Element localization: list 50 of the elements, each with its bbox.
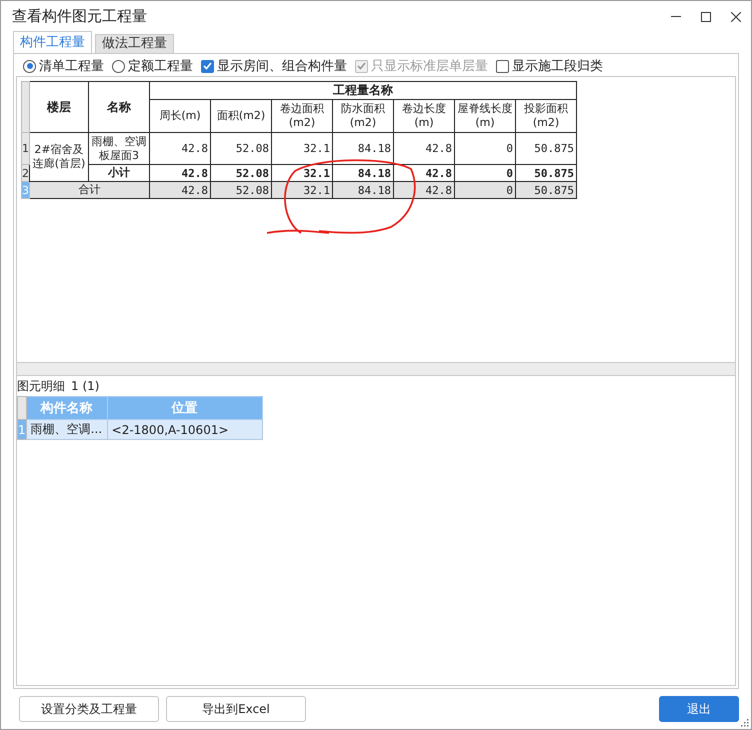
option-label: 显示施工段归类 <box>512 58 603 75</box>
column-header: 卷边长度(m) <box>394 100 454 132</box>
row-number[interactable]: 1 <box>22 132 30 164</box>
column-header: 面积(m2) <box>210 100 272 132</box>
table-cell: 32.1 <box>272 132 332 164</box>
option-label: 显示房间、组合构件量 <box>217 58 347 75</box>
count-label: 1 (1) <box>71 379 100 393</box>
table-cell: 雨棚、空调板屋面3 <box>88 132 150 164</box>
table-cell: 32.1 <box>272 182 332 198</box>
radio-button[interactable] <box>23 60 36 72</box>
section-label: 图元明细 <box>17 378 65 394</box>
resize-grip-icon[interactable] <box>741 719 749 727</box>
table-cell: 50.875 <box>516 132 576 164</box>
window-title: 查看构件图元工程量 <box>12 7 148 26</box>
row-number[interactable]: 2 <box>22 164 30 182</box>
checkbox[interactable] <box>201 60 214 72</box>
column-header: 周长(m) <box>150 100 210 132</box>
group-header: 工程量名称 <box>150 82 576 100</box>
table-cell: 42.8 <box>150 182 210 198</box>
table-cell: 合计 <box>30 182 150 198</box>
column-header: 名称 <box>88 82 150 132</box>
option-label: 只显示标准层单层量 <box>371 58 488 75</box>
table-cell: 42.8 <box>394 132 454 164</box>
checkbox[interactable] <box>496 60 509 72</box>
dialog-button[interactable]: 设置分类及工程量 <box>19 696 159 722</box>
table-cell: 50.875 <box>516 182 576 198</box>
column-header: 防水面积(m2) <box>332 100 394 132</box>
radio-button[interactable] <box>112 60 125 72</box>
table-cell: 雨棚、空调... <box>26 420 108 440</box>
table-cell: 0 <box>454 182 516 198</box>
table-cell: 42.8 <box>394 182 454 198</box>
column-header: 构件名称 <box>26 396 108 420</box>
table-cell: 84.18 <box>332 182 394 198</box>
column-header: 屋脊线长度(m) <box>454 100 516 132</box>
column-header: 位置 <box>107 396 262 420</box>
column-header: 卷边面积(m2) <box>272 100 332 132</box>
column-header: 楼层 <box>30 82 88 132</box>
table-cell: 0 <box>454 132 516 164</box>
dialog-button[interactable]: 导出到Excel <box>166 696 306 722</box>
table-cell: 52.08 <box>210 132 272 164</box>
column-header: 投影面积(m2) <box>516 100 576 132</box>
table-cell: <2-1800,A-10601> <box>107 420 262 440</box>
table-cell: 84.18 <box>332 132 394 164</box>
table-cell: 42.8 <box>150 132 210 164</box>
option-label: 清单工程量 <box>39 58 104 75</box>
option-label: 定额工程量 <box>128 58 193 75</box>
tab[interactable]: 做法工程量 <box>95 34 174 53</box>
dialog-button[interactable]: 退出 <box>659 696 739 722</box>
tab[interactable]: 构件工程量 <box>13 31 92 53</box>
table-cell: 52.08 <box>210 182 272 198</box>
